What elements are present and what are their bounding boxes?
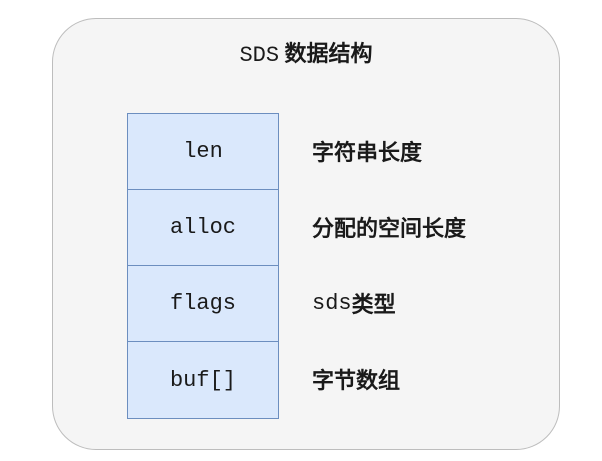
diagram-title: SDS 数据结构 xyxy=(52,36,560,68)
desc-buf: 字节数组 xyxy=(312,341,400,417)
desc-alloc-text: 分配的空间长度 xyxy=(312,217,467,242)
desc-len: 字符串长度 xyxy=(312,113,422,189)
desc-flags: sds 类型 xyxy=(312,265,396,341)
title-code: SDS xyxy=(239,43,280,68)
sds-struct-box: len alloc flags buf[] xyxy=(127,113,279,419)
field-alloc: alloc xyxy=(128,190,278,266)
desc-flags-text: 类型 xyxy=(351,293,396,318)
field-buf: buf[] xyxy=(128,342,278,418)
field-len: len xyxy=(128,114,278,190)
desc-len-text: 字符串长度 xyxy=(312,141,423,166)
title-text: 数据结构 xyxy=(284,42,373,67)
desc-alloc: 分配的空间长度 xyxy=(312,189,466,265)
desc-flags-code: sds xyxy=(312,290,352,316)
field-flags: flags xyxy=(128,266,278,342)
diagram-canvas: SDS 数据结构 len alloc flags buf[] 字符串长度 分配的… xyxy=(0,0,602,461)
desc-buf-text: 字节数组 xyxy=(312,369,401,394)
